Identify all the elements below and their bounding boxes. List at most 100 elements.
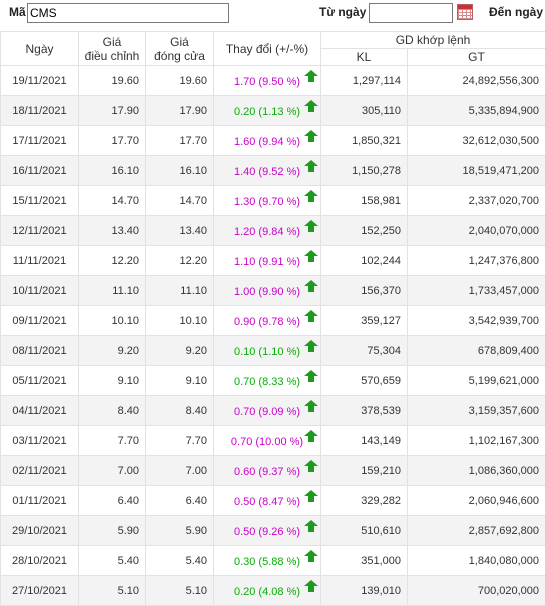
table-row: 09/11/202110.1010.100.90 (9.78 %)359,127…: [1, 306, 545, 336]
den-ngay-label: Đến ngày: [489, 5, 543, 19]
table-row: 19/11/202119.6019.601.70 (9.50 %)1,297,1…: [1, 66, 545, 96]
cell-date: 16/11/2021: [1, 156, 79, 186]
change-value: 1.30 (9.70 %): [234, 196, 300, 208]
cell-gt: 3,542,939,700: [408, 306, 545, 336]
table-row: 08/11/20219.209.200.10 (1.10 %)75,304678…: [1, 336, 545, 366]
cell-kl: 158,981: [321, 186, 408, 216]
cell-gt: 32,612,030,500: [408, 126, 545, 156]
cell-close-price: 12.20: [146, 246, 214, 276]
cell-date: 11/11/2021: [1, 246, 79, 276]
cell-gt: 2,857,692,800: [408, 516, 545, 546]
cell-adjusted-price: 11.10: [79, 276, 146, 306]
cell-gt: 1,086,360,000: [408, 456, 545, 486]
cell-gt: 1,247,376,800: [408, 246, 545, 276]
cell-adjusted-price: 7.00: [79, 456, 146, 486]
cell-close-price: 9.20: [146, 336, 214, 366]
cell-close-price: 17.90: [146, 96, 214, 126]
table-row: 17/11/202117.7017.701.60 (9.94 %)1,850,3…: [1, 126, 545, 156]
cell-gt: 2,337,020,700: [408, 186, 545, 216]
table-row: 11/11/202112.2012.201.10 (9.91 %)102,244…: [1, 246, 545, 276]
arrow-up-icon: [304, 160, 318, 172]
cell-adjusted-price: 5.90: [79, 516, 146, 546]
stock-code-input[interactable]: [27, 3, 229, 23]
cell-kl: 156,370: [321, 276, 408, 306]
cell-date: 04/11/2021: [1, 396, 79, 426]
cell-kl: 75,304: [321, 336, 408, 366]
cell-change: 0.20 (1.13 %): [214, 96, 321, 126]
table-row: 18/11/202117.9017.900.20 (1.13 %)305,110…: [1, 96, 545, 126]
cell-date: 17/11/2021: [1, 126, 79, 156]
cell-adjusted-price: 17.90: [79, 96, 146, 126]
cell-adjusted-price: 5.40: [79, 546, 146, 576]
cell-close-price: 19.60: [146, 66, 214, 96]
cell-close-price: 14.70: [146, 186, 214, 216]
change-value: 0.70 (9.09 %): [234, 406, 300, 418]
arrow-up-icon: [304, 340, 318, 352]
cell-change: 0.70 (10.00 %): [214, 426, 321, 456]
table-row: 16/11/202116.1016.101.40 (9.52 %)1,150,2…: [1, 156, 545, 186]
header-adjusted-price: Giá điều chỉnh: [79, 32, 146, 66]
arrow-up-icon: [304, 580, 318, 592]
cell-change: 1.40 (9.52 %): [214, 156, 321, 186]
arrow-up-icon: [304, 520, 318, 532]
header-change: Thay đổi (+/-%): [214, 32, 321, 66]
cell-change: 0.10 (1.10 %): [214, 336, 321, 366]
cell-gt: 2,060,946,600: [408, 486, 545, 516]
change-value: 1.20 (9.84 %): [234, 226, 300, 238]
cell-date: 08/11/2021: [1, 336, 79, 366]
cell-date: 05/11/2021: [1, 366, 79, 396]
arrow-up-icon: [304, 190, 318, 202]
change-value: 0.60 (9.37 %): [234, 466, 300, 478]
arrow-up-icon: [304, 250, 318, 262]
change-value: 0.50 (9.26 %): [234, 526, 300, 538]
table-row: 04/11/20218.408.400.70 (9.09 %)378,5393,…: [1, 396, 545, 426]
cell-adjusted-price: 5.10: [79, 576, 146, 606]
from-date-input[interactable]: [369, 3, 453, 23]
cell-adjusted-price: 9.20: [79, 336, 146, 366]
cell-date: 29/10/2021: [1, 516, 79, 546]
change-value: 1.70 (9.50 %): [234, 76, 300, 88]
cell-kl: 1,297,114: [321, 66, 408, 96]
cell-kl: 510,610: [321, 516, 408, 546]
cell-change: 0.20 (4.08 %): [214, 576, 321, 606]
cell-change: 0.60 (9.37 %): [214, 456, 321, 486]
cell-date: 19/11/2021: [1, 66, 79, 96]
cell-close-price: 5.10: [146, 576, 214, 606]
cell-change: 0.90 (9.78 %): [214, 306, 321, 336]
cell-kl: 152,250: [321, 216, 408, 246]
cell-gt: 5,199,621,000: [408, 366, 545, 396]
cell-change: 1.60 (9.94 %): [214, 126, 321, 156]
header-gt: GT: [408, 49, 545, 66]
cell-date: 12/11/2021: [1, 216, 79, 246]
cell-kl: 102,244: [321, 246, 408, 276]
cell-adjusted-price: 12.20: [79, 246, 146, 276]
cell-kl: 378,539: [321, 396, 408, 426]
arrow-up-icon: [304, 310, 318, 322]
arrow-up-icon: [304, 370, 318, 382]
cell-change: 1.20 (9.84 %): [214, 216, 321, 246]
cell-gt: 700,020,000: [408, 576, 545, 606]
table-row: 12/11/202113.4013.401.20 (9.84 %)152,250…: [1, 216, 545, 246]
table-row: 15/11/202114.7014.701.30 (9.70 %)158,981…: [1, 186, 545, 216]
change-value: 0.90 (9.78 %): [234, 316, 300, 328]
cell-gt: 24,892,556,300: [408, 66, 545, 96]
header-date: Ngày: [1, 32, 79, 66]
cell-kl: 570,659: [321, 366, 408, 396]
cell-adjusted-price: 16.10: [79, 156, 146, 186]
header-close-price: Giá đóng cửa: [146, 32, 214, 66]
cell-close-price: 6.40: [146, 486, 214, 516]
cell-date: 15/11/2021: [1, 186, 79, 216]
cell-kl: 139,010: [321, 576, 408, 606]
calendar-icon[interactable]: [457, 4, 473, 20]
arrow-up-icon: [304, 130, 318, 142]
cell-gt: 1,102,167,300: [408, 426, 545, 456]
arrow-up-icon: [304, 400, 318, 412]
table-row: 01/11/20216.406.400.50 (8.47 %)329,2822,…: [1, 486, 545, 516]
cell-change: 1.70 (9.50 %): [214, 66, 321, 96]
cell-close-price: 5.40: [146, 546, 214, 576]
cell-close-price: 17.70: [146, 126, 214, 156]
cell-date: 01/11/2021: [1, 486, 79, 516]
arrow-up-icon: [304, 460, 318, 472]
cell-change: 0.70 (8.33 %): [214, 366, 321, 396]
change-value: 0.20 (1.13 %): [234, 106, 300, 118]
